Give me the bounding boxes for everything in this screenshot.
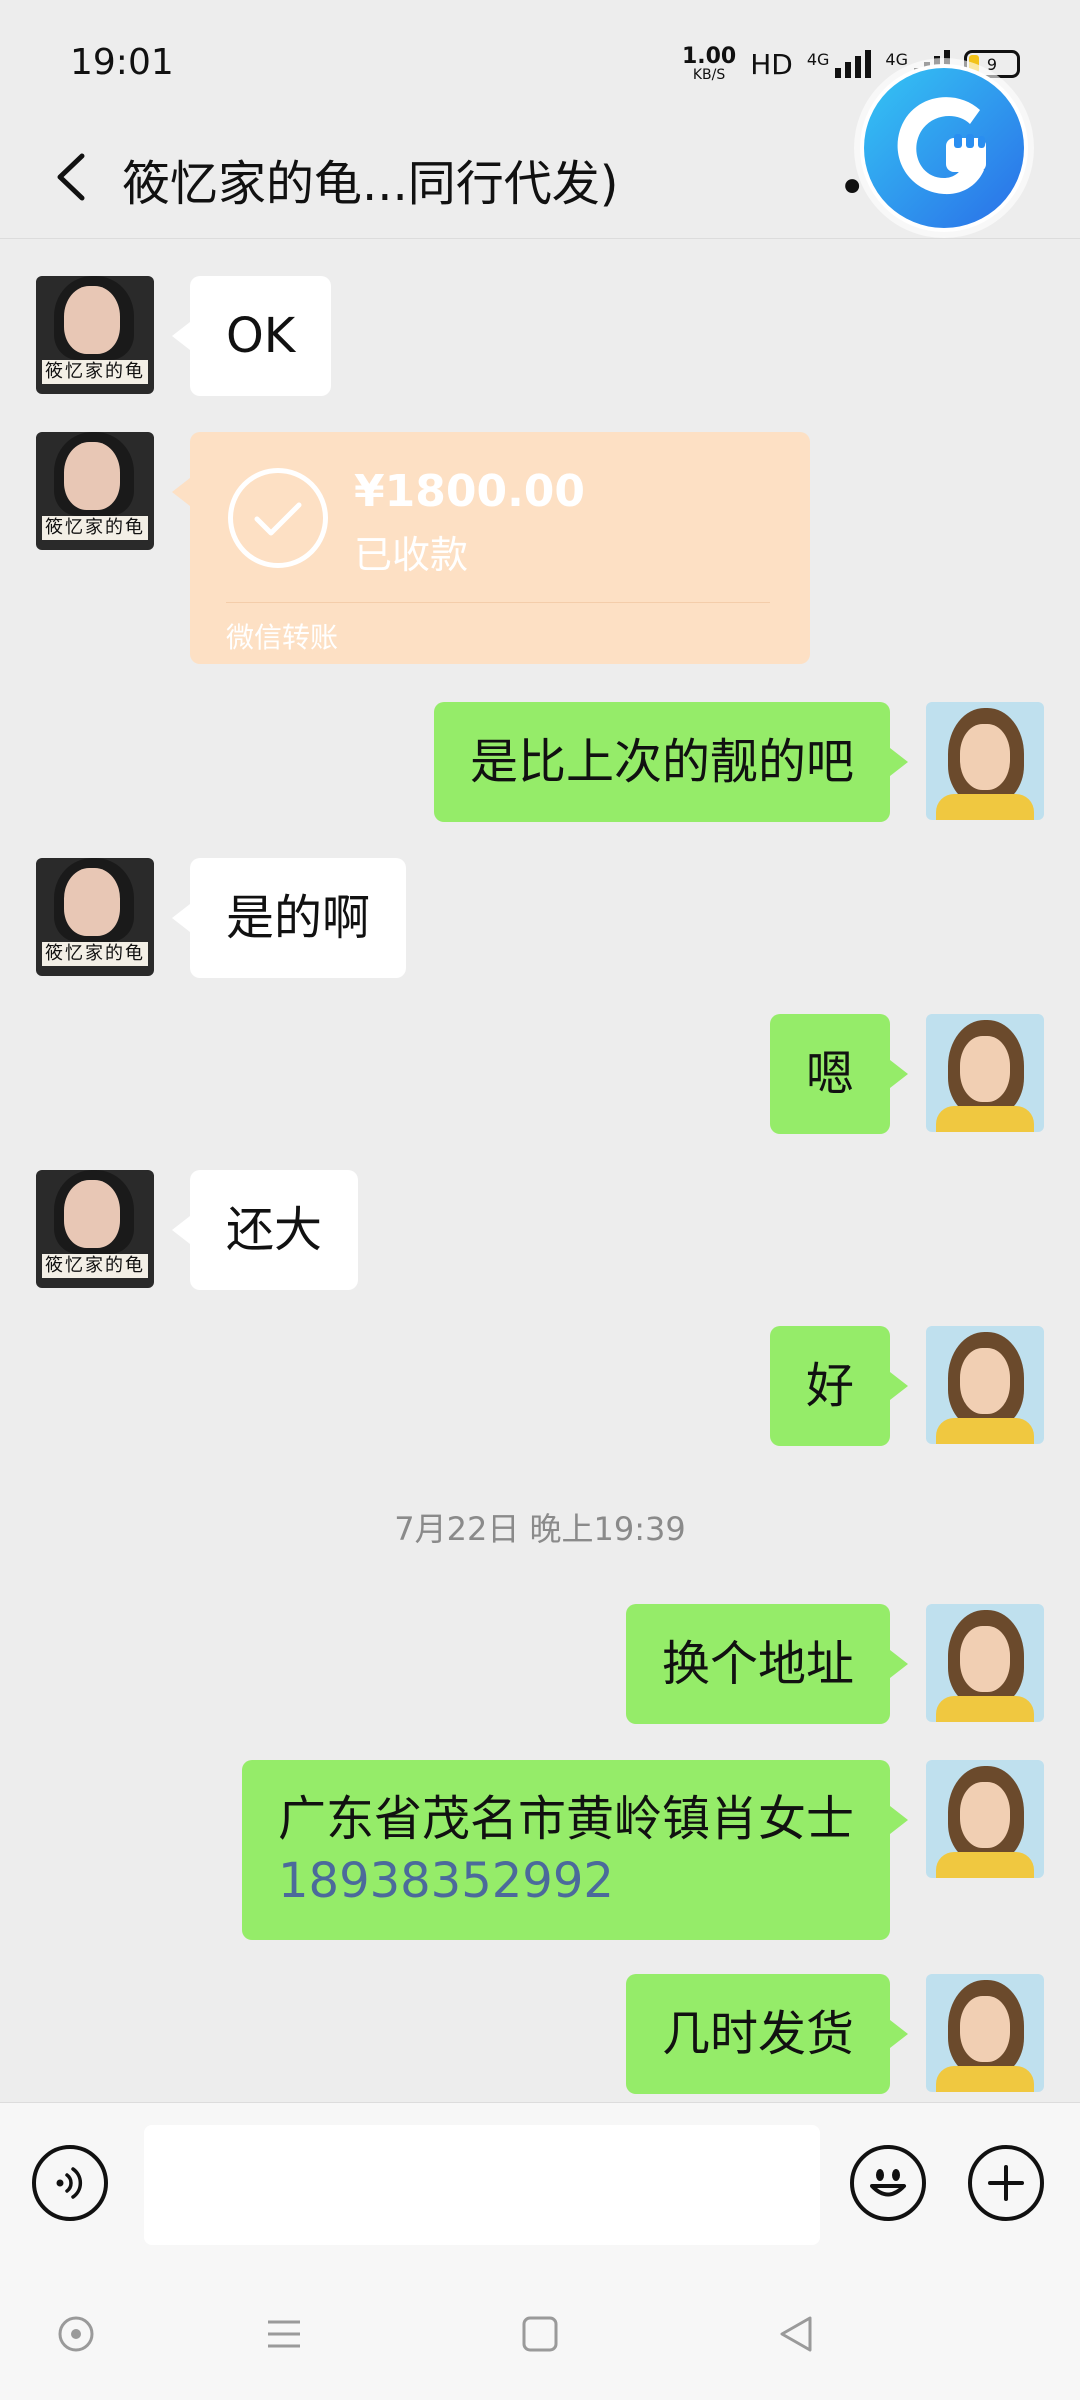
chevron-left-icon[interactable] xyxy=(40,142,110,212)
menu-icon[interactable] xyxy=(262,2312,306,2356)
message-bubble-incoming[interactable]: OK xyxy=(171,276,332,396)
message-input[interactable] xyxy=(144,2125,820,2245)
message-text: 换个地址 xyxy=(661,1636,854,1692)
back-triangle-icon[interactable] xyxy=(774,2312,818,2356)
message-text: OK xyxy=(226,308,296,364)
floating-assistant-icon[interactable] xyxy=(860,64,1028,232)
voice-icon[interactable] xyxy=(32,2145,108,2221)
my-avatar[interactable] xyxy=(926,1974,1044,2092)
my-avatar[interactable] xyxy=(926,1604,1044,1722)
my-avatar[interactable] xyxy=(926,1014,1044,1132)
my-avatar[interactable] xyxy=(926,702,1044,820)
input-bar xyxy=(0,2102,1080,2263)
message-bubble-outgoing[interactable]: 是比上次的靓的吧 xyxy=(433,702,909,822)
network-speed-value: 1.00 xyxy=(681,44,737,69)
phone-number-link[interactable]: 18938352992 xyxy=(278,1850,854,1912)
message-bubble-outgoing[interactable]: 广东省茂名市黄岭镇肖女士 18938352992 xyxy=(241,1760,909,1940)
home-square-icon[interactable] xyxy=(518,2312,562,2356)
avatar-caption: 筱忆家的龟 xyxy=(42,516,148,540)
message-text: 广东省茂名市黄岭镇肖女士 xyxy=(277,1791,854,1847)
contact-avatar[interactable]: 筱忆家的龟 xyxy=(36,858,154,976)
message-text: 是比上次的靓的吧 xyxy=(469,734,854,790)
message-text: 是的啊 xyxy=(226,890,371,946)
assistant-dot-icon[interactable] xyxy=(54,2312,98,2356)
message-bubble-incoming[interactable]: 还大 xyxy=(171,1170,359,1290)
contact-avatar[interactable]: 筱忆家的龟 xyxy=(36,432,154,550)
contact-avatar[interactable]: 筱忆家的龟 xyxy=(36,1170,154,1288)
message-bubble-outgoing[interactable]: 换个地址 xyxy=(625,1604,909,1724)
chat-timestamp: 7月22日 晚上19:39 xyxy=(394,1510,686,1548)
avatar-caption: 筱忆家的龟 xyxy=(42,942,148,966)
divider xyxy=(226,602,770,603)
message-text: 嗯 xyxy=(805,1046,854,1102)
avatar-caption: 筱忆家的龟 xyxy=(42,360,148,384)
transfer-amount: ¥1800.00 xyxy=(354,466,586,517)
contact-avatar[interactable]: 筱忆家的龟 xyxy=(36,276,154,394)
emoji-icon[interactable] xyxy=(850,2145,926,2221)
my-avatar[interactable] xyxy=(926,1326,1044,1444)
message-text: 好 xyxy=(805,1358,854,1414)
transfer-card[interactable]: ¥1800.00 已收款 微信转账 xyxy=(172,432,810,664)
message-text: 还大 xyxy=(226,1202,323,1258)
check-circle-icon xyxy=(228,468,328,568)
message-bubble-outgoing[interactable]: 好 xyxy=(769,1326,909,1446)
signal-label: 4G xyxy=(806,50,830,69)
my-avatar[interactable] xyxy=(926,1760,1044,1878)
network-speed: 1.00 KB/S xyxy=(681,44,737,83)
message-bubble-incoming[interactable]: 是的啊 xyxy=(171,858,407,978)
hd-label: HD xyxy=(750,47,793,81)
plus-icon[interactable] xyxy=(968,2145,1044,2221)
message-bubble-outgoing[interactable]: 几时发货 xyxy=(625,1974,909,2094)
system-nav-bar xyxy=(0,2262,1080,2400)
chat-title: 筱忆家的龟...同行代发) xyxy=(122,156,619,212)
avatar-caption: 筱忆家的龟 xyxy=(42,1254,148,1278)
transfer-label: 微信转账 xyxy=(226,621,339,654)
message-bubble-outgoing[interactable]: 嗯 xyxy=(769,1014,909,1134)
transfer-status: 已收款 xyxy=(354,533,469,577)
network-speed-unit: KB/S xyxy=(692,67,726,83)
message-text: 几时发货 xyxy=(661,2006,854,2062)
status-time: 19:01 xyxy=(70,42,174,83)
